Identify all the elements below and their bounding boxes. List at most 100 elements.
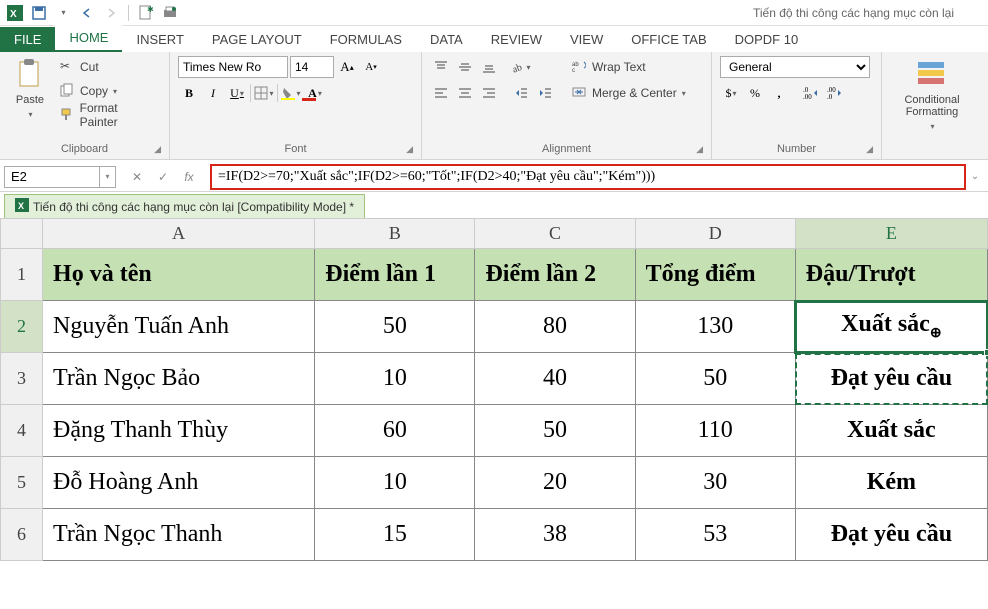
tab-dopdf[interactable]: doPDF 10 bbox=[721, 27, 813, 52]
expand-formula-bar-icon[interactable]: ⌄ bbox=[966, 171, 984, 182]
decrease-decimal-icon[interactable]: .00.0 bbox=[824, 82, 846, 104]
row-header-1[interactable]: 1 bbox=[1, 249, 43, 301]
currency-button[interactable]: $▾ bbox=[720, 82, 742, 104]
cell[interactable]: Kém bbox=[795, 457, 987, 509]
format-painter-button[interactable]: Format Painter bbox=[56, 104, 161, 126]
cell[interactable]: 60 bbox=[315, 405, 475, 457]
alignment-launcher-icon[interactable]: ◢ bbox=[696, 144, 703, 155]
cell[interactable]: Trần Ngọc Thanh bbox=[43, 509, 315, 561]
cell[interactable]: 10 bbox=[315, 353, 475, 405]
name-box[interactable] bbox=[4, 166, 100, 188]
decrease-font-icon[interactable]: A▾ bbox=[360, 56, 382, 78]
underline-button[interactable]: U▾ bbox=[226, 82, 248, 104]
orientation-icon[interactable]: ab▾ bbox=[510, 56, 532, 78]
print-settings-icon[interactable] bbox=[159, 2, 181, 24]
italic-button[interactable]: I bbox=[202, 82, 224, 104]
tab-view[interactable]: VIEW bbox=[556, 27, 617, 52]
cell-header[interactable]: Đậu/Trượt bbox=[795, 249, 987, 301]
col-header-e[interactable]: E bbox=[795, 219, 987, 249]
row-header-3[interactable]: 3 bbox=[1, 353, 43, 405]
select-all-corner[interactable] bbox=[1, 219, 43, 249]
cell[interactable]: 53 bbox=[635, 509, 795, 561]
new-file-icon[interactable]: ✱ bbox=[135, 2, 157, 24]
tab-file[interactable]: FILE bbox=[0, 27, 55, 52]
cell-header[interactable]: Tổng điểm bbox=[635, 249, 795, 301]
cell[interactable]: 130 bbox=[635, 301, 795, 353]
workbook-tab[interactable]: X Tiến độ thi công các hạng mục còn lại … bbox=[4, 194, 365, 218]
cell-header[interactable]: Họ và tên bbox=[43, 249, 315, 301]
align-bottom-icon[interactable] bbox=[478, 56, 500, 78]
comma-button[interactable]: , bbox=[768, 82, 790, 104]
undo-icon[interactable] bbox=[76, 2, 98, 24]
cell[interactable]: 38 bbox=[475, 509, 635, 561]
merge-center-button[interactable]: Merge & Center▾ bbox=[568, 82, 690, 104]
cell[interactable]: 50 bbox=[475, 405, 635, 457]
tab-formulas[interactable]: FORMULAS bbox=[316, 27, 416, 52]
number-launcher-icon[interactable]: ◢ bbox=[866, 144, 873, 155]
enter-formula-icon[interactable]: ✓ bbox=[152, 166, 174, 188]
percent-button[interactable]: % bbox=[744, 82, 766, 104]
formula-input[interactable] bbox=[212, 167, 964, 187]
row-header-4[interactable]: 4 bbox=[1, 405, 43, 457]
name-box-dropdown-icon[interactable]: ▾ bbox=[100, 166, 116, 188]
font-color-button[interactable]: A▾ bbox=[304, 82, 326, 104]
cell[interactable]: 40 bbox=[475, 353, 635, 405]
active-cell[interactable]: Xuất sắc⊕ bbox=[795, 301, 987, 353]
col-header-c[interactable]: C bbox=[475, 219, 635, 249]
cell[interactable]: Xuất sắc bbox=[795, 405, 987, 457]
wrap-text-button[interactable]: abcWrap Text bbox=[568, 56, 690, 78]
col-header-d[interactable]: D bbox=[635, 219, 795, 249]
cell-header[interactable]: Điểm lần 1 bbox=[315, 249, 475, 301]
save-icon[interactable] bbox=[28, 2, 50, 24]
align-middle-icon[interactable] bbox=[454, 56, 476, 78]
cell[interactable]: Nguyễn Tuấn Anh bbox=[43, 301, 315, 353]
cell[interactable]: 15 bbox=[315, 509, 475, 561]
clipboard-launcher-icon[interactable]: ◢ bbox=[154, 144, 161, 155]
cut-button[interactable]: ✂Cut bbox=[56, 56, 161, 78]
cell[interactable]: 80 bbox=[475, 301, 635, 353]
fill-color-button[interactable]: ▾ bbox=[280, 82, 302, 104]
tab-insert[interactable]: INSERT bbox=[122, 27, 197, 52]
number-format-select[interactable]: General bbox=[720, 56, 870, 78]
increase-decimal-icon[interactable]: .0.00 bbox=[800, 82, 822, 104]
col-header-b[interactable]: B bbox=[315, 219, 475, 249]
row-header-2[interactable]: 2 bbox=[1, 301, 43, 353]
font-size-select[interactable] bbox=[290, 56, 334, 78]
tab-office-tab[interactable]: OFFICE TAB bbox=[617, 27, 720, 52]
cell[interactable]: 50 bbox=[635, 353, 795, 405]
tab-review[interactable]: REVIEW bbox=[477, 27, 556, 52]
conditional-formatting-button[interactable]: Conditional Formatting ▾ bbox=[890, 56, 974, 133]
qat-dropdown-icon[interactable]: ▾ bbox=[52, 2, 74, 24]
increase-indent-icon[interactable] bbox=[534, 82, 556, 104]
cell[interactable]: Đặng Thanh Thùy bbox=[43, 405, 315, 457]
cell[interactable]: 110 bbox=[635, 405, 795, 457]
cell[interactable]: Đạt yêu cầu bbox=[795, 509, 987, 561]
align-center-icon[interactable] bbox=[454, 82, 476, 104]
font-name-select[interactable] bbox=[178, 56, 288, 78]
font-launcher-icon[interactable]: ◢ bbox=[406, 144, 413, 155]
cell-header[interactable]: Điểm lần 2 bbox=[475, 249, 635, 301]
align-right-icon[interactable] bbox=[478, 82, 500, 104]
cell[interactable]: 30 bbox=[635, 457, 795, 509]
redo-icon[interactable] bbox=[100, 2, 122, 24]
cell[interactable]: Đạt yêu cầu bbox=[795, 353, 987, 405]
bold-button[interactable]: B bbox=[178, 82, 200, 104]
align-top-icon[interactable] bbox=[430, 56, 452, 78]
fill-handle[interactable] bbox=[984, 349, 988, 356]
decrease-indent-icon[interactable] bbox=[510, 82, 532, 104]
row-header-5[interactable]: 5 bbox=[1, 457, 43, 509]
copy-button[interactable]: Copy▾ bbox=[56, 80, 161, 102]
cell[interactable]: 50 bbox=[315, 301, 475, 353]
col-header-a[interactable]: A bbox=[43, 219, 315, 249]
cell[interactable]: Trần Ngọc Bảo bbox=[43, 353, 315, 405]
paste-button[interactable]: Paste ▾ bbox=[8, 56, 52, 121]
cell[interactable]: 10 bbox=[315, 457, 475, 509]
increase-font-icon[interactable]: A▴ bbox=[336, 56, 358, 78]
cell[interactable]: Đỗ Hoàng Anh bbox=[43, 457, 315, 509]
tab-home[interactable]: HOME bbox=[55, 25, 122, 52]
border-button[interactable]: ▾ bbox=[253, 82, 275, 104]
fx-icon[interactable]: fx bbox=[178, 166, 200, 188]
tab-data[interactable]: DATA bbox=[416, 27, 477, 52]
cancel-formula-icon[interactable]: ✕ bbox=[126, 166, 148, 188]
row-header-6[interactable]: 6 bbox=[1, 509, 43, 561]
